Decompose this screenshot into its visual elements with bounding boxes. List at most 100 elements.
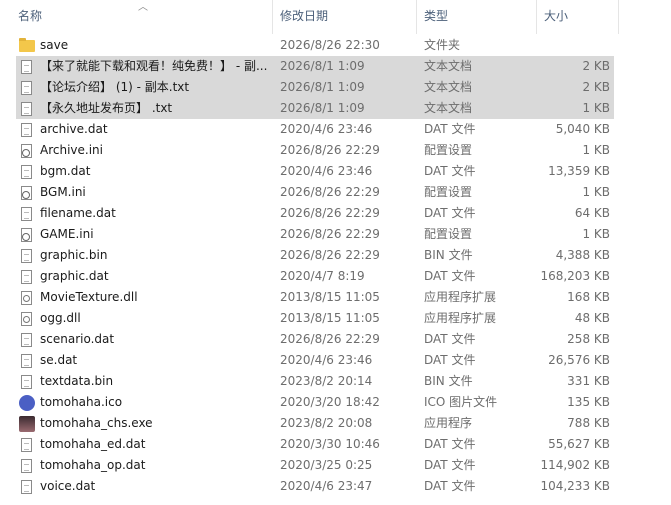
file-type: DAT 文件 [424, 269, 476, 283]
file-type: 文本文档 [424, 59, 473, 73]
file-type: 应用程序扩展 [424, 290, 497, 304]
file-size: 64 KB [574, 206, 610, 220]
file-type: DAT 文件 [424, 164, 476, 178]
file-size: 168,203 KB [540, 269, 610, 283]
file-row[interactable]: ogg.dll 2013/8/15 11:05 应用程序扩展 48 KB [16, 308, 614, 329]
file-name: GAME.ini [40, 227, 94, 241]
file-date: 2023/8/2 20:08 [280, 416, 373, 430]
file-row[interactable]: scenario.dat 2026/8/26 22:29 DAT 文件 258 KB [16, 329, 614, 350]
file-name: graphic.dat [40, 269, 109, 283]
file-size: 1 KB [582, 227, 610, 241]
file-size: 13,359 KB [548, 164, 610, 178]
file-size: 168 KB [567, 290, 610, 304]
file-row[interactable]: graphic.dat 2020/4/7 8:19 DAT 文件 168,203 KB [16, 266, 614, 287]
file-row[interactable]: 【永久地址发布页】 .txt 2026/8/1 1:09 文本文档 1 KB [16, 98, 614, 119]
file-date: 2020/4/6 23:46 [280, 164, 373, 178]
file-name: voice.dat [40, 479, 96, 493]
file-row[interactable]: Archive.ini 2026/8/26 22:29 配置设置 1 KB [16, 140, 614, 161]
file-type: 应用程序 [424, 416, 473, 430]
settings-file-icon [19, 227, 35, 243]
column-size-header[interactable]: 大小 [538, 0, 618, 34]
file-row[interactable]: 【来了就能下载和观看！纯免费！】 - 副... 2026/8/1 1:09 文本文档… [16, 56, 614, 77]
file-icon [19, 248, 35, 264]
file-row[interactable]: MovieTexture.dll 2013/8/15 11:05 应用程序扩展 168… [16, 287, 614, 308]
file-icon [19, 269, 35, 285]
file-size: 788 KB [567, 416, 610, 430]
column-divider[interactable] [536, 0, 537, 34]
file-row[interactable]: BGM.ini 2026/8/26 22:29 配置设置 1 KB [16, 182, 614, 203]
file-row[interactable]: se.dat 2020/4/6 23:46 DAT 文件 26,576 KB [16, 350, 614, 371]
file-name: 【永久地址发布页】 .txt [40, 101, 173, 115]
file-type: DAT 文件 [424, 122, 476, 136]
file-row[interactable]: graphic.bin 2026/8/26 22:29 BIN 文件 4,388 KB [16, 245, 614, 266]
file-date: 2013/8/15 11:05 [280, 311, 380, 325]
file-row[interactable]: GAME.ini 2026/8/26 22:29 配置设置 1 KB [16, 224, 614, 245]
file-date: 2023/8/2 20:14 [280, 374, 373, 388]
file-date: 2020/4/6 23:46 [280, 353, 373, 367]
file-type: 配置设置 [424, 227, 473, 241]
file-date: 2020/3/20 18:42 [280, 395, 380, 409]
file-size: 26,576 KB [548, 353, 610, 367]
column-divider[interactable] [618, 0, 619, 34]
file-row[interactable]: archive.dat 2020/4/6 23:46 DAT 文件 5,040 KB [16, 119, 614, 140]
file-icon [19, 353, 35, 369]
dll-file-icon [19, 311, 35, 327]
file-name: BGM.ini [40, 185, 86, 199]
file-icon [19, 437, 35, 453]
file-type: BIN 文件 [424, 374, 473, 388]
file-row[interactable]: bgm.dat 2020/4/6 23:46 DAT 文件 13,359 KB [16, 161, 614, 182]
column-name-header[interactable]: 名称 [12, 0, 270, 34]
file-date: 2020/4/6 23:46 [280, 122, 373, 136]
file-date: 2013/8/15 11:05 [280, 290, 380, 304]
file-size: 258 KB [567, 332, 610, 346]
file-name: save [40, 38, 69, 52]
file-date: 2026/8/1 1:09 [280, 59, 365, 73]
settings-file-icon [19, 143, 35, 159]
file-row[interactable]: textdata.bin 2023/8/2 20:14 BIN 文件 331 KB [16, 371, 614, 392]
file-size: 5,040 KB [555, 122, 610, 136]
file-row[interactable]: tomohaha_chs.exe 2023/8/2 20:08 应用程序 788 KB [16, 413, 614, 434]
file-name: se.dat [40, 353, 78, 367]
file-row[interactable]: tomohaha_op.dat 2020/3/25 0:25 DAT 文件 114,9… [16, 455, 614, 476]
file-row[interactable]: 【论坛介绍】 (1) - 副本.txt 2026/8/1 1:09 文本文档 2 KB [16, 77, 614, 98]
file-date: 2026/8/26 22:30 [280, 38, 380, 52]
file-name: 【论坛介绍】 (1) - 副本.txt [40, 80, 190, 94]
file-date: 2020/4/7 8:19 [280, 269, 365, 283]
file-row[interactable]: tomohaha_ed.dat 2020/3/30 10:46 DAT 文件 55,6… [16, 434, 614, 455]
file-type: DAT 文件 [424, 353, 476, 367]
file-row[interactable]: save 2026/8/26 22:30 文件夹 [16, 35, 614, 56]
file-icon [19, 164, 35, 180]
file-icon [19, 458, 35, 474]
file-row[interactable]: filename.dat 2026/8/26 22:29 DAT 文件 64 KB [16, 203, 614, 224]
file-icon [19, 332, 35, 348]
file-type: DAT 文件 [424, 206, 476, 220]
file-name: bgm.dat [40, 164, 91, 178]
file-date: 2026/8/26 22:29 [280, 185, 380, 199]
file-name: ogg.dll [40, 311, 81, 325]
file-type: 配置设置 [424, 143, 473, 157]
file-type: DAT 文件 [424, 479, 476, 493]
column-divider[interactable] [272, 0, 273, 34]
file-size: 2 KB [582, 59, 610, 73]
column-date-header[interactable]: 修改日期 [274, 0, 414, 34]
file-name: tomohaha.ico [40, 395, 123, 409]
file-row[interactable]: voice.dat 2020/4/6 23:47 DAT 文件 104,233 KB [16, 476, 614, 497]
file-name: scenario.dat [40, 332, 115, 346]
file-size: 1 KB [582, 101, 610, 115]
file-type: DAT 文件 [424, 437, 476, 451]
file-type: 文件夹 [424, 38, 461, 52]
file-row[interactable]: tomohaha.ico 2020/3/20 18:42 ICO 图片文件 135 K… [16, 392, 614, 413]
file-size: 135 KB [567, 395, 610, 409]
column-type-header[interactable]: 类型 [418, 0, 534, 34]
text-file-icon [19, 80, 35, 96]
file-type: DAT 文件 [424, 458, 476, 472]
file-icon [19, 206, 35, 222]
dll-file-icon [19, 290, 35, 306]
file-size: 1 KB [582, 143, 610, 157]
file-type: ICO 图片文件 [424, 395, 498, 409]
column-divider[interactable] [416, 0, 417, 34]
file-size: 104,233 KB [540, 479, 610, 493]
file-date: 2020/3/25 0:25 [280, 458, 373, 472]
file-type: 文本文档 [424, 101, 473, 115]
file-icon [19, 122, 35, 138]
